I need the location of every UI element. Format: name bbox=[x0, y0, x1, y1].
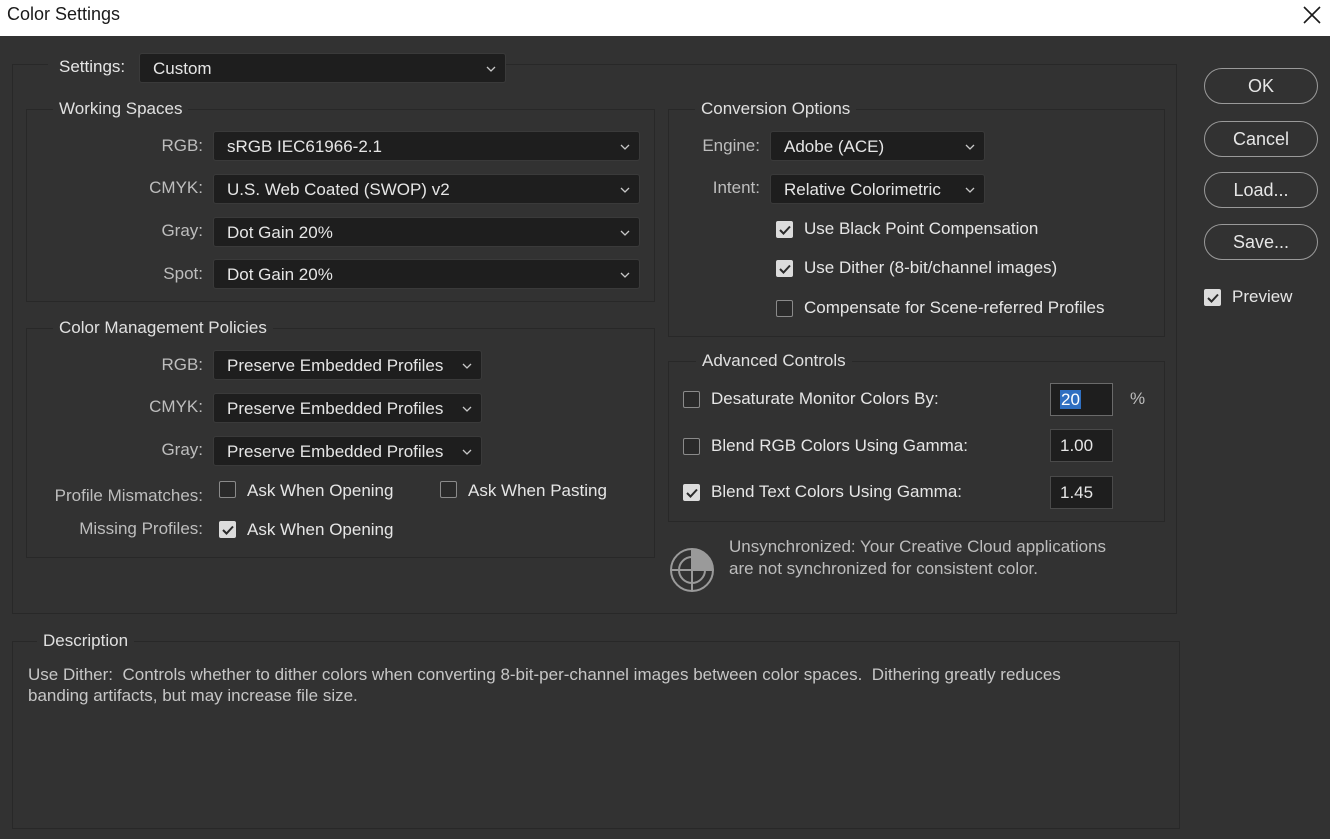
desaturate-unit: % bbox=[1130, 389, 1146, 408]
preview-label: Preview bbox=[1232, 287, 1293, 306]
ws-cmyk-label: CMYK: bbox=[149, 178, 203, 197]
close-icon bbox=[1303, 6, 1321, 24]
mismatch-ask-pasting-label: Ask When Pasting bbox=[468, 481, 607, 500]
chevron-down-icon bbox=[620, 230, 630, 236]
checkmark-icon bbox=[686, 488, 698, 498]
settings-label: Settings: bbox=[59, 57, 126, 76]
blend-rgb-value: 1.00 bbox=[1060, 436, 1094, 455]
load-button[interactable]: Load... bbox=[1204, 172, 1318, 208]
ws-gray-label: Gray: bbox=[161, 221, 203, 240]
ws-gray-dropdown[interactable]: Dot Gain 20% bbox=[213, 217, 640, 247]
engine-value: Adobe (ACE) bbox=[784, 137, 885, 156]
missing-ask-opening-checkbox[interactable] bbox=[219, 521, 236, 538]
mismatch-ask-pasting-checkbox[interactable] bbox=[440, 481, 457, 498]
save-button[interactable]: Save... bbox=[1204, 224, 1318, 260]
policy-cmyk-dropdown[interactable]: Preserve Embedded Profiles bbox=[213, 393, 482, 423]
description-line-2: banding artifacts, but may increase file… bbox=[28, 686, 358, 705]
intent-dropdown[interactable]: Relative Colorimetric bbox=[770, 174, 985, 204]
chevron-down-icon bbox=[462, 363, 472, 369]
ws-rgb-value: sRGB IEC61966-2.1 bbox=[227, 137, 382, 156]
ws-spot-value: Dot Gain 20% bbox=[227, 265, 333, 284]
sync-line-2: are not synchronized for consistent colo… bbox=[729, 559, 1038, 578]
ws-rgb-dropdown[interactable]: sRGB IEC61966-2.1 bbox=[213, 131, 640, 161]
chevron-down-icon bbox=[462, 449, 472, 455]
preview-checkbox[interactable] bbox=[1204, 289, 1221, 306]
dither-checkbox[interactable] bbox=[776, 260, 793, 277]
ws-gray-value: Dot Gain 20% bbox=[227, 223, 333, 242]
chevron-down-icon bbox=[620, 144, 630, 150]
chevron-down-icon bbox=[620, 272, 630, 278]
dither-label: Use Dither (8-bit/channel images) bbox=[804, 258, 1058, 277]
title-bar bbox=[0, 0, 1330, 36]
desaturate-input[interactable]: 20 bbox=[1050, 383, 1113, 416]
missing-profiles-label: Missing Profiles: bbox=[79, 519, 203, 538]
checkmark-icon bbox=[779, 264, 791, 274]
policy-gray-dropdown[interactable]: Preserve Embedded Profiles bbox=[213, 436, 482, 466]
policy-rgb-label: RGB: bbox=[161, 355, 203, 374]
mismatch-ask-opening-label: Ask When Opening bbox=[247, 481, 394, 500]
ok-button[interactable]: OK bbox=[1204, 68, 1318, 104]
cancel-button[interactable]: Cancel bbox=[1204, 121, 1318, 157]
policy-gray-label: Gray: bbox=[161, 440, 203, 459]
policy-cmyk-label: CMYK: bbox=[149, 397, 203, 416]
blend-rgb-label: Blend RGB Colors Using Gamma: bbox=[711, 436, 968, 455]
chevron-down-icon bbox=[965, 144, 975, 150]
blend-text-input[interactable]: 1.45 bbox=[1050, 476, 1113, 509]
description-title: Description bbox=[37, 631, 135, 651]
checkmark-icon bbox=[779, 225, 791, 235]
policies-title: Color Management Policies bbox=[53, 318, 273, 338]
desaturate-value: 20 bbox=[1060, 390, 1081, 409]
ws-spot-dropdown[interactable]: Dot Gain 20% bbox=[213, 259, 640, 289]
engine-dropdown[interactable]: Adobe (ACE) bbox=[770, 131, 985, 161]
engine-label: Engine: bbox=[702, 136, 760, 155]
black-point-label: Use Black Point Compensation bbox=[804, 219, 1039, 238]
black-point-checkbox[interactable] bbox=[776, 221, 793, 238]
scene-referred-checkbox[interactable] bbox=[776, 300, 793, 317]
policy-rgb-dropdown[interactable]: Preserve Embedded Profiles bbox=[213, 350, 482, 380]
settings-dropdown[interactable]: Custom bbox=[139, 53, 506, 83]
policy-gray-value: Preserve Embedded Profiles bbox=[227, 442, 444, 461]
conversion-title: Conversion Options bbox=[695, 99, 857, 119]
desaturate-label: Desaturate Monitor Colors By: bbox=[711, 389, 939, 408]
blend-text-checkbox[interactable] bbox=[683, 484, 700, 501]
ws-spot-label: Spot: bbox=[163, 264, 203, 283]
blend-rgb-input[interactable]: 1.00 bbox=[1050, 429, 1113, 462]
window-title: Color Settings bbox=[7, 4, 121, 24]
desaturate-checkbox[interactable] bbox=[683, 391, 700, 408]
intent-value: Relative Colorimetric bbox=[784, 180, 941, 199]
checkmark-icon bbox=[222, 525, 234, 535]
scene-referred-label: Compensate for Scene-referred Profiles bbox=[804, 298, 1105, 317]
ws-rgb-label: RGB: bbox=[161, 136, 203, 155]
blend-text-label: Blend Text Colors Using Gamma: bbox=[711, 482, 963, 501]
blend-rgb-checkbox[interactable] bbox=[683, 438, 700, 455]
working-spaces-title: Working Spaces bbox=[53, 99, 189, 119]
intent-label: Intent: bbox=[712, 178, 760, 197]
policy-rgb-value: Preserve Embedded Profiles bbox=[227, 356, 444, 375]
checkmark-icon bbox=[1207, 293, 1219, 303]
policy-cmyk-value: Preserve Embedded Profiles bbox=[227, 399, 444, 418]
chevron-down-icon bbox=[486, 66, 496, 72]
profile-mismatches-label: Profile Mismatches: bbox=[54, 486, 203, 505]
sync-status-icon bbox=[669, 547, 715, 593]
description-line-1: Use Dither: Controls whether to dither c… bbox=[28, 665, 1061, 684]
ws-cmyk-dropdown[interactable]: U.S. Web Coated (SWOP) v2 bbox=[213, 174, 640, 204]
close-button[interactable] bbox=[1294, 0, 1330, 30]
sync-line-1: Unsynchronized: Your Creative Cloud appl… bbox=[729, 537, 1107, 556]
mismatch-ask-opening-checkbox[interactable] bbox=[219, 481, 236, 498]
blend-text-value: 1.45 bbox=[1060, 483, 1094, 502]
chevron-down-icon bbox=[462, 406, 472, 412]
chevron-down-icon bbox=[620, 187, 630, 193]
settings-value: Custom bbox=[153, 59, 212, 78]
chevron-down-icon bbox=[965, 187, 975, 193]
advanced-title: Advanced Controls bbox=[696, 351, 852, 371]
ws-cmyk-value: U.S. Web Coated (SWOP) v2 bbox=[227, 180, 450, 199]
missing-ask-opening-label: Ask When Opening bbox=[247, 520, 394, 539]
